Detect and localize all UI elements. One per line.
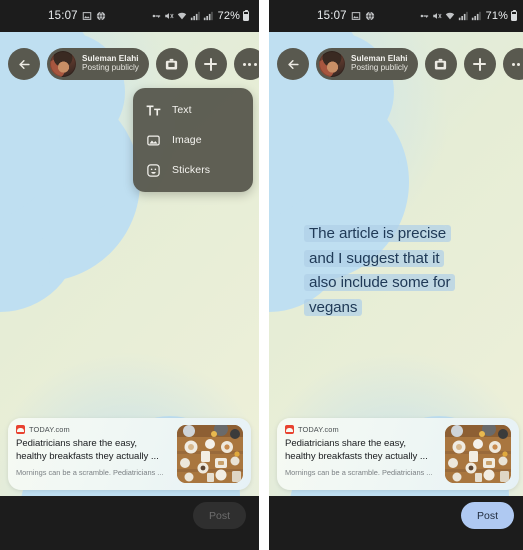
add-content-menu[interactable]: Text Image Stickers [133, 88, 253, 192]
sim1-signal-icon [190, 11, 200, 21]
link-preview-body: TODAY.com Pediatricians share the easy, … [285, 425, 438, 483]
panel-right: 15:07 71% Suleman Elahi Posting publicly… [269, 0, 523, 550]
media-button[interactable] [424, 48, 457, 80]
account-chip[interactable]: Suleman Elahi Posting publicly [316, 48, 418, 80]
link-title: Pediatricians share the easy, healthy br… [285, 438, 428, 462]
status-bar-left-group: 15:07 [48, 10, 106, 22]
image-icon [82, 12, 92, 20]
media-button[interactable] [155, 48, 188, 80]
bottom-bar-right: Post [269, 496, 523, 550]
bottom-bar-left: Post [0, 496, 259, 550]
image-icon [146, 133, 161, 148]
sim2-signal-icon [471, 11, 481, 21]
avatar [319, 51, 345, 77]
link-title: Pediatricians share the easy, healthy br… [16, 438, 159, 462]
today-favicon-icon [285, 425, 294, 434]
back-button[interactable] [277, 48, 309, 80]
more-button[interactable] [502, 48, 523, 80]
menu-item-image[interactable]: Image [133, 125, 253, 155]
dual-screenshot-stage: 15:07 72% Suleman Elahi Posting publicly… [0, 0, 523, 550]
more-dots-icon [243, 62, 257, 66]
add-button[interactable] [194, 48, 227, 80]
link-preview-body: TODAY.com Pediatricians share the easy, … [16, 425, 170, 483]
breakfast-table-photo [445, 425, 511, 483]
account-chip-text: Suleman Elahi Posting publicly [82, 54, 139, 73]
status-bar-left: 15:07 72% [0, 0, 259, 32]
link-preview-card[interactable]: TODAY.com Pediatricians share the easy, … [277, 418, 519, 490]
battery-icon [511, 9, 517, 21]
menu-item-stickers-label: Stickers [172, 164, 211, 176]
post-button[interactable]: Post [192, 502, 246, 529]
menu-item-image-label: Image [172, 134, 202, 146]
more-dots-icon [512, 62, 523, 66]
menu-item-text-label: Text [172, 104, 192, 116]
status-time: 15:07 [48, 10, 78, 22]
battery-percent: 72% [217, 10, 240, 22]
composer-toolbar-left: Suleman Elahi Posting publicly [8, 44, 259, 84]
composer-toolbar-right: Suleman Elahi Posting publicly [277, 44, 523, 84]
account-chip[interactable]: Suleman Elahi Posting publicly [47, 48, 149, 80]
account-visibility: Posting publicly [351, 63, 408, 72]
sim1-signal-icon [458, 11, 468, 21]
overlay-line: and I suggest that it [309, 249, 440, 267]
wifi-icon [445, 12, 454, 20]
plus-icon [473, 57, 487, 71]
status-bar-right: 15:07 71% [269, 0, 523, 32]
camera-icon [435, 58, 447, 69]
avatar [50, 51, 76, 77]
wifi-icon [177, 12, 186, 20]
more-button[interactable] [233, 48, 259, 80]
battery-icon [243, 9, 249, 21]
arrow-left-icon [287, 59, 299, 69]
add-button[interactable] [463, 48, 496, 80]
back-button[interactable] [8, 48, 40, 80]
link-thumbnail [445, 425, 511, 483]
menu-item-text[interactable]: Text [133, 95, 253, 125]
vpn-key-icon [420, 14, 428, 18]
overlay-line: vegans [309, 298, 358, 316]
link-source-name: TODAY.com [298, 425, 339, 434]
overlay-line: also include some for [309, 274, 451, 292]
overlay-line: The article is precise [309, 225, 447, 242]
status-bar-left-group: 15:07 [317, 10, 375, 22]
breakfast-table-photo [177, 425, 243, 483]
status-bar-right-group: 72% [151, 9, 249, 22]
link-description: Mornings can be a scramble. Pediatrician… [285, 468, 433, 478]
plus-icon [204, 57, 218, 71]
link-thumbnail [177, 425, 243, 483]
status-bar-right-group: 71% [419, 9, 517, 22]
menu-item-stickers[interactable]: Stickers [133, 155, 253, 185]
vpn-key-icon [152, 14, 160, 18]
panel-left: 15:07 72% Suleman Elahi Posting publicly… [0, 0, 259, 550]
arrow-left-icon [18, 59, 30, 69]
image-icon [351, 12, 361, 20]
canvas-text-overlay[interactable]: The article is precise and I suggest tha… [309, 222, 509, 321]
app-globe-icon [96, 11, 105, 21]
link-preview-card[interactable]: TODAY.com Pediatricians share the easy, … [8, 418, 251, 490]
mute-icon [432, 13, 442, 19]
app-globe-icon [365, 11, 374, 21]
status-time: 15:07 [317, 10, 347, 22]
sim2-signal-icon [203, 11, 213, 21]
mute-icon [164, 13, 174, 19]
account-chip-text: Suleman Elahi Posting publicly [351, 54, 408, 73]
today-favicon-icon [16, 425, 25, 434]
post-button[interactable]: Post [460, 502, 514, 529]
link-preview-source: TODAY.com [285, 425, 438, 434]
link-source-name: TODAY.com [29, 425, 70, 434]
account-visibility: Posting publicly [82, 63, 139, 72]
battery-percent: 71% [485, 10, 508, 22]
camera-icon [166, 58, 178, 69]
link-preview-source: TODAY.com [16, 425, 170, 434]
text-format-icon [146, 103, 161, 118]
sticker-smiley-icon [146, 163, 161, 178]
link-description: Mornings can be a scramble. Pediatrician… [16, 468, 164, 478]
